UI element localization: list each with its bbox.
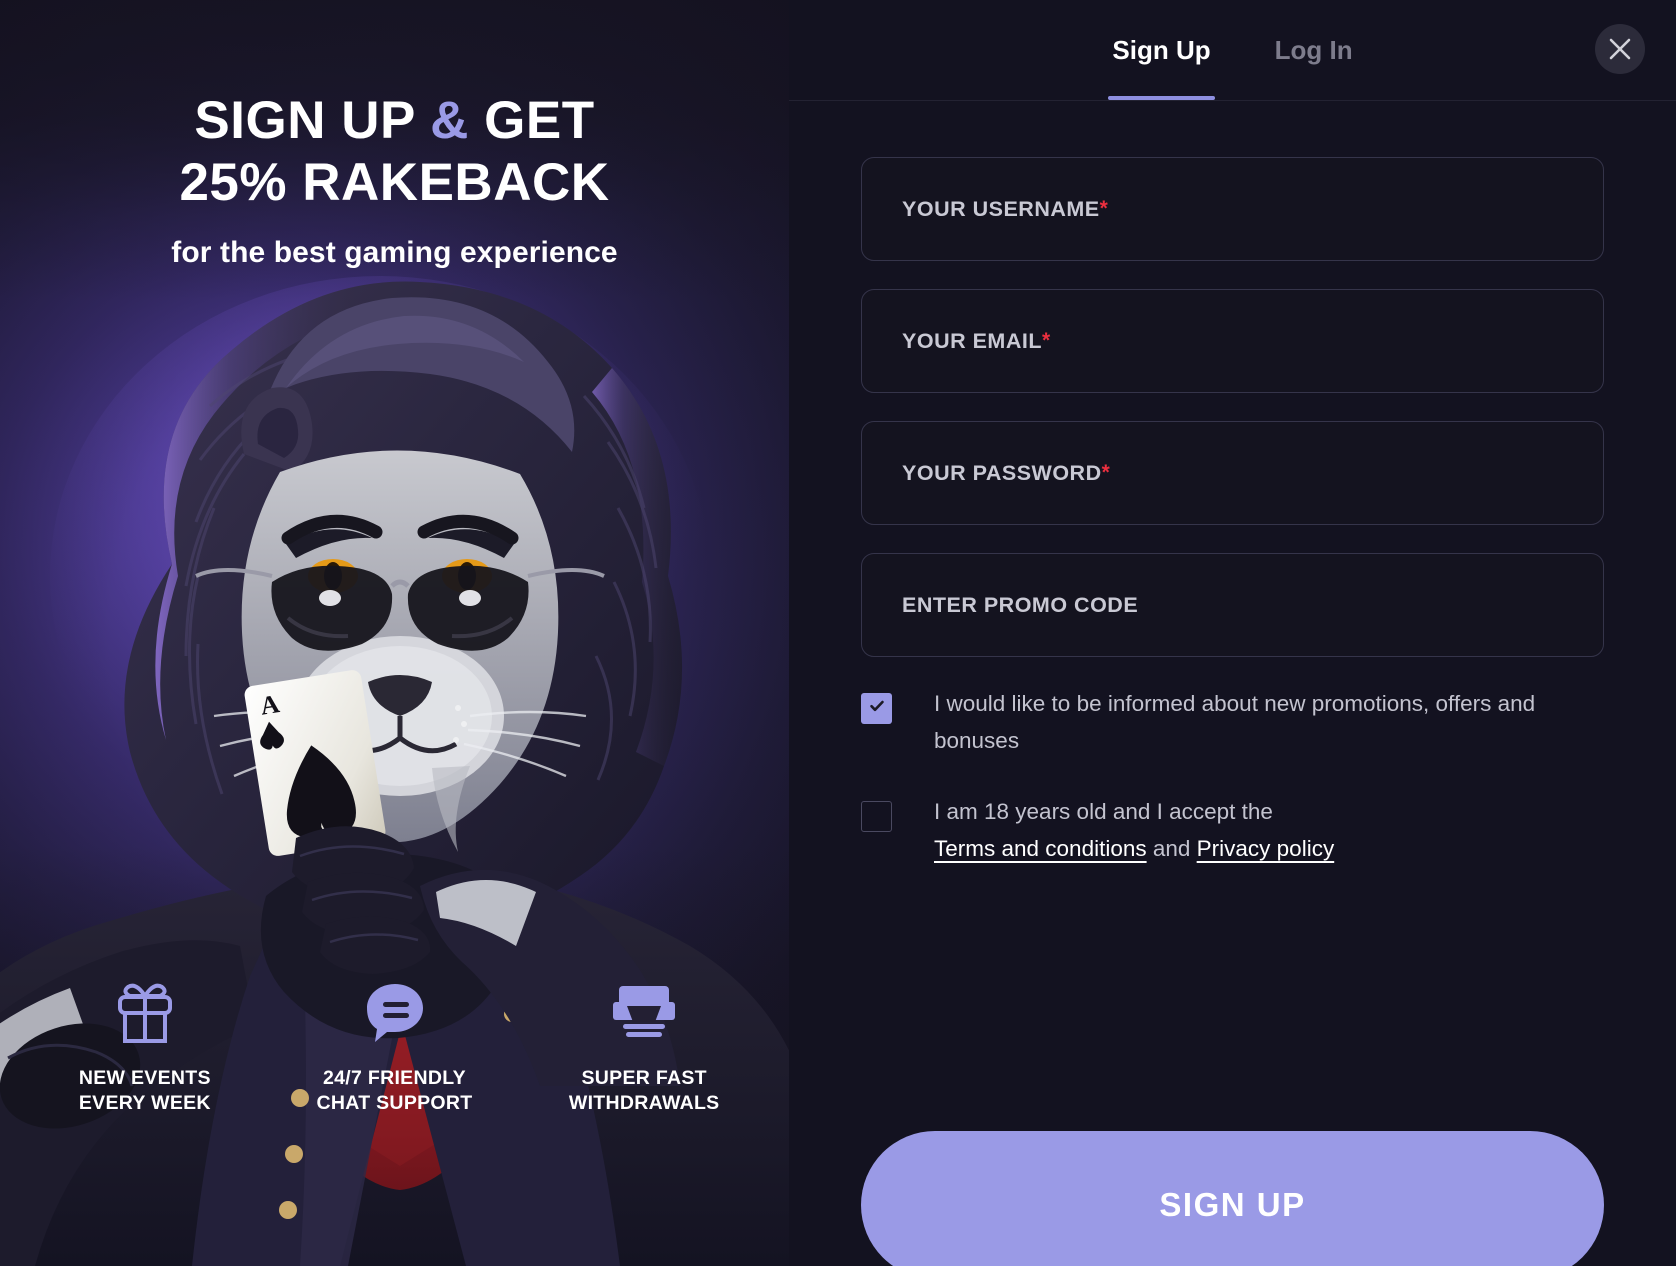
- auth-form-panel: Sign Up Log In YOUR USERNAME * YOUR EMAIL…: [789, 0, 1676, 1266]
- feature-label-line2: WITHDRAWALS: [568, 1092, 720, 1114]
- promo-headline-block: SIGN UP & GET 25% RAKEBACK for the best …: [0, 90, 789, 270]
- auth-tabs: Sign Up Log In: [1108, 18, 1356, 100]
- promo-code-field[interactable]: ENTER PROMO CODE: [861, 553, 1604, 657]
- feature-chat-support: 24/7 FRIENDLY CHAT SUPPORT: [270, 978, 520, 1246]
- promotions-checkbox[interactable]: [861, 693, 892, 724]
- username-field[interactable]: YOUR USERNAME *: [861, 157, 1604, 261]
- privacy-policy-link[interactable]: Privacy policy: [1197, 836, 1335, 861]
- feature-label-line2: EVERY WEEK: [78, 1092, 211, 1114]
- promo-subheadline: for the best gaming experience: [171, 236, 618, 269]
- username-field-label: YOUR USERNAME: [902, 196, 1100, 221]
- feature-label-fast-withdrawals: SUPER FAST WITHDRAWALS: [569, 1066, 720, 1116]
- promo-features: NEW EVENTS EVERY WEEK 24/7 FRIENDLY CHAT…: [0, 978, 789, 1266]
- auth-tabs-bar: Sign Up Log In: [789, 0, 1676, 101]
- signup-submit-button[interactable]: SIGN UP: [861, 1131, 1604, 1266]
- promo-headline-line2: 25% RAKEBACK: [179, 153, 610, 212]
- age-terms-consent-label: I am 18 years old and I accept the Terms…: [934, 793, 1334, 867]
- checkmark-icon: [868, 697, 886, 720]
- submit-area: SIGN UP: [789, 1131, 1676, 1266]
- feature-label-line1: NEW EVENTS: [78, 1067, 211, 1089]
- feature-label-line2: CHAT SUPPORT: [316, 1092, 473, 1114]
- email-field[interactable]: YOUR EMAIL *: [861, 289, 1604, 393]
- close-button[interactable]: [1595, 24, 1645, 74]
- promotions-consent-label: I would like to be informed about new pr…: [934, 691, 1536, 753]
- chat-bubble-icon: [363, 978, 427, 1044]
- email-required-marker: *: [1041, 329, 1051, 352]
- gift-icon: [114, 978, 176, 1044]
- signup-form: YOUR USERNAME * YOUR EMAIL * YOUR PASSWORD…: [789, 101, 1676, 867]
- terms-and-conditions-link[interactable]: Terms and conditions: [934, 836, 1147, 861]
- tab-login[interactable]: Log In: [1271, 35, 1357, 100]
- promo-panel: A SIGN UP & GET 25% RAKEBACK for the bes…: [0, 0, 789, 1266]
- age-terms-text: I am 18 years old and I accept the: [934, 799, 1273, 824]
- age-terms-checkbox[interactable]: [861, 801, 892, 832]
- terms-conjunction: and: [1146, 836, 1197, 861]
- password-required-marker: *: [1101, 461, 1110, 484]
- withdrawal-atm-icon: [609, 978, 679, 1044]
- close-icon: [1607, 36, 1633, 62]
- feature-label-chat-support: 24/7 FRIENDLY CHAT SUPPORT: [317, 1066, 473, 1116]
- promo-headline-part1: SIGN UP: [194, 91, 431, 150]
- feature-fast-withdrawals: SUPER FAST WITHDRAWALS: [519, 978, 769, 1246]
- feature-label-new-events: NEW EVENTS EVERY WEEK: [79, 1066, 211, 1116]
- promo-headline-ampersand: &: [430, 91, 469, 150]
- email-field-label: YOUR EMAIL: [902, 328, 1042, 353]
- feature-new-events: NEW EVENTS EVERY WEEK: [20, 978, 270, 1246]
- promo-code-field-label: ENTER PROMO CODE: [902, 592, 1139, 617]
- promotions-consent-row: I would like to be informed about new pr…: [861, 685, 1604, 759]
- age-terms-consent-row: I am 18 years old and I accept the Terms…: [861, 793, 1604, 867]
- promo-headline-part2: GET: [468, 91, 595, 150]
- tab-signup[interactable]: Sign Up: [1108, 35, 1215, 100]
- feature-label-line1: 24/7 FRIENDLY: [323, 1067, 466, 1089]
- feature-label-line1: SUPER FAST: [581, 1067, 707, 1089]
- promo-headline: SIGN UP & GET 25% RAKEBACK: [0, 90, 789, 214]
- password-field-label: YOUR PASSWORD: [902, 460, 1102, 485]
- consent-checkboxes: I would like to be informed about new pr…: [861, 685, 1604, 867]
- password-field[interactable]: YOUR PASSWORD *: [861, 421, 1604, 525]
- signup-modal: A SIGN UP & GET 25% RAKEBACK for the bes…: [0, 0, 1676, 1266]
- username-required-marker: *: [1099, 197, 1108, 220]
